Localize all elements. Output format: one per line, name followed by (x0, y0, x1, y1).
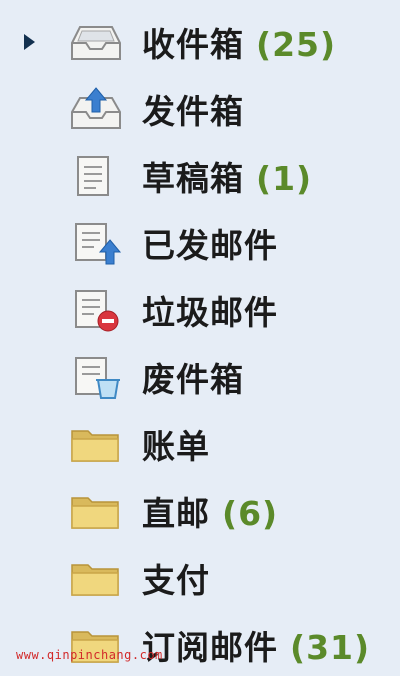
sent-icon (68, 220, 124, 266)
folder-label: 收件箱 (142, 24, 244, 64)
folder-label: 垃圾邮件 (142, 292, 278, 332)
folder-item-sent[interactable]: 已发邮件 (0, 209, 400, 276)
selected-arrow-icon (24, 33, 35, 50)
outbox-icon (68, 86, 124, 132)
folder-item-subscriptions[interactable]: 订阅邮件 (31) (0, 611, 400, 678)
folder-icon (68, 421, 124, 467)
inbox-icon (68, 19, 124, 65)
folder-label: 账单 (142, 426, 210, 466)
mail-folder-panel: 收件箱 (25) 发件箱 草稿箱 (1) 已发邮件 垃圾邮件 废件箱 账单 直邮… (0, 0, 400, 676)
watermark: www.qinpinchang.com (16, 648, 163, 662)
folder-label: 发件箱 (142, 91, 244, 131)
folder-label: 废件箱 (142, 359, 244, 399)
unread-count: (31) (290, 627, 371, 667)
drafts-icon (68, 153, 124, 199)
folder-label: 支付 (142, 560, 210, 600)
folder-label: 已发邮件 (142, 225, 278, 265)
folder-item-direct-mail[interactable]: 直邮 (6) (0, 477, 400, 544)
folder-label: 直邮 (142, 493, 210, 533)
junk-icon (68, 287, 124, 333)
folder-icon (68, 555, 124, 601)
folder-item-junk[interactable]: 垃圾邮件 (0, 276, 400, 343)
folder-item-deleted[interactable]: 废件箱 (0, 343, 400, 410)
unread-count: (25) (256, 24, 337, 64)
folder-item-payments[interactable]: 支付 (0, 544, 400, 611)
unread-count: (1) (256, 158, 313, 198)
folder-item-outbox[interactable]: 发件箱 (0, 75, 400, 142)
folder-item-drafts[interactable]: 草稿箱 (1) (0, 142, 400, 209)
folder-icon (68, 488, 124, 534)
unread-count: (6) (222, 493, 279, 533)
deleted-icon (68, 354, 124, 400)
folder-item-inbox[interactable]: 收件箱 (25) (0, 8, 400, 75)
folder-list: 收件箱 (25) 发件箱 草稿箱 (1) 已发邮件 垃圾邮件 废件箱 账单 直邮… (0, 8, 400, 678)
folder-item-bills[interactable]: 账单 (0, 410, 400, 477)
folder-label: 草稿箱 (142, 158, 244, 198)
